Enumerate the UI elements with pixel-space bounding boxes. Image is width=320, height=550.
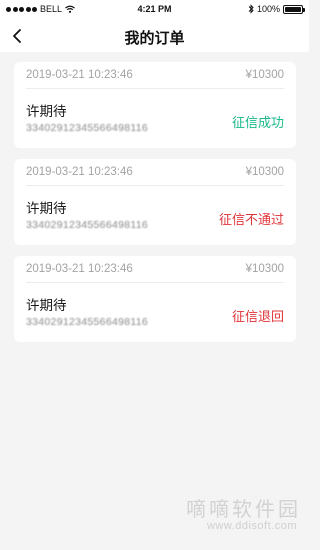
id-number-blurred: 33402912345566498116 [26, 316, 149, 328]
nav-bar: 我的订单 [0, 20, 309, 52]
order-list: 2019-03-21 10:23:46 ¥10300 许期待 334029123… [14, 62, 296, 353]
order-time: 2019-03-21 10:23:46 [26, 166, 133, 178]
order-amount: ¥10300 [245, 69, 284, 81]
watermark-url: www.ddisoft.com [206, 520, 297, 532]
battery-level-fill [285, 6, 301, 12]
divider [26, 185, 284, 186]
divider [26, 88, 284, 89]
watermark-text: 嘀嘀软件园 [186, 499, 301, 521]
divider [26, 282, 284, 283]
order-card[interactable]: 2019-03-21 10:23:46 ¥10300 许期待 334029123… [14, 256, 296, 342]
id-number-blurred: 33402912345566498116 [26, 122, 149, 134]
credit-status: 征信退回 [231, 309, 284, 324]
id-number-blurred: 33402912345566498116 [26, 219, 149, 231]
battery-icon [283, 4, 305, 14]
order-amount: ¥10300 [245, 166, 284, 178]
order-card-header: 2019-03-21 10:23:46 ¥10300 [26, 263, 284, 281]
page-title: 我的订单 [124, 30, 185, 47]
credit-status: 征信不通过 [218, 212, 284, 227]
bluetooth-icon [248, 4, 254, 14]
order-time: 2019-03-21 10:23:46 [26, 69, 133, 81]
order-card[interactable]: 2019-03-21 10:23:46 ¥10300 许期待 334029123… [14, 159, 296, 245]
applicant-name: 许期待 [26, 104, 67, 119]
status-bar: BELL 4:21 PM 100% [0, 0, 309, 20]
battery-percent: 100% [256, 4, 280, 14]
order-card-header: 2019-03-21 10:23:46 ¥10300 [26, 166, 284, 184]
order-time: 2019-03-21 10:23:46 [26, 263, 133, 275]
order-card-header: 2019-03-21 10:23:46 ¥10300 [26, 69, 284, 87]
order-amount: ¥10300 [245, 263, 284, 275]
status-bar-right: 100% [248, 4, 305, 14]
applicant-name: 许期待 [26, 298, 67, 313]
credit-status: 征信成功 [231, 115, 284, 130]
applicant-name: 许期待 [26, 201, 67, 216]
order-card[interactable]: 2019-03-21 10:23:46 ¥10300 许期待 334029123… [14, 62, 296, 148]
